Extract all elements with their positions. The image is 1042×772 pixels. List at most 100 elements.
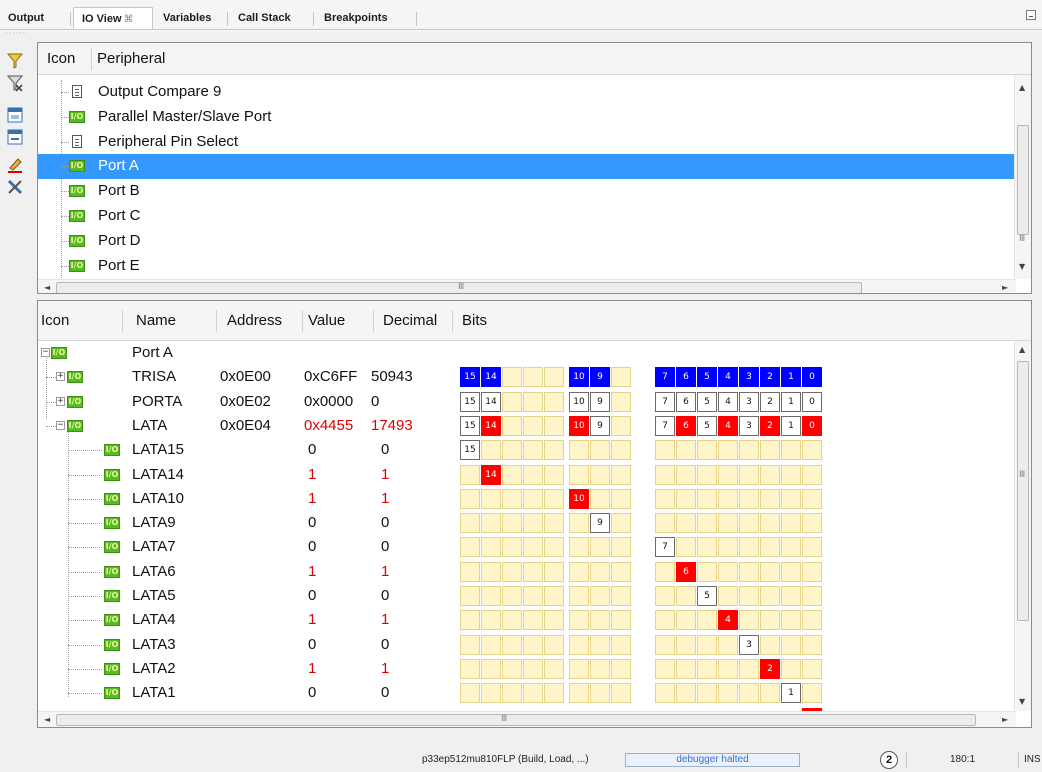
bit-cell[interactable]: 4 bbox=[718, 610, 738, 631]
register-decimal[interactable]: 50943 bbox=[371, 365, 413, 389]
tools-icon[interactable] bbox=[6, 178, 24, 196]
tab-call-stack[interactable]: Call Stack bbox=[230, 7, 312, 29]
column-divider[interactable] bbox=[373, 310, 374, 332]
column-header-bits[interactable]: Bits bbox=[462, 305, 487, 337]
register-decimal[interactable]: 1 bbox=[381, 463, 389, 487]
register-value[interactable]: 1 bbox=[308, 608, 316, 632]
tab-output[interactable]: Output bbox=[0, 7, 68, 29]
bit-cell[interactable]: 14 bbox=[481, 464, 501, 485]
collapse-icon[interactable]: − bbox=[41, 348, 50, 357]
peripheral-row[interactable] bbox=[38, 154, 1016, 180]
expand-icon[interactable]: − bbox=[56, 420, 65, 430]
register-value[interactable]: 0xC6FF bbox=[304, 365, 357, 389]
peripheral-vscrollbar[interactable]: ▲ Ⅲ ▼ bbox=[1014, 75, 1031, 279]
bit-cell[interactable]: 10 bbox=[569, 415, 589, 436]
register-decimal[interactable]: 0 bbox=[381, 633, 389, 657]
column-header-icon[interactable]: Icon bbox=[47, 43, 75, 75]
register-decimal[interactable]: 0 bbox=[381, 584, 389, 608]
scroll-down-icon[interactable]: ▼ bbox=[1019, 262, 1025, 272]
register-decimal[interactable]: 17493 bbox=[371, 414, 413, 438]
bit-cell[interactable]: 2 bbox=[760, 367, 780, 388]
notifications-badge[interactable]: 2 bbox=[880, 751, 898, 769]
window-alt-icon[interactable] bbox=[6, 128, 24, 146]
column-header-address[interactable]: Address bbox=[227, 305, 282, 337]
bit-cell[interactable]: 2 bbox=[760, 658, 780, 679]
bit-cell[interactable]: 6 bbox=[676, 415, 696, 436]
bit-cell[interactable]: 10 bbox=[569, 367, 589, 388]
tab-variables[interactable]: Variables bbox=[155, 7, 227, 29]
tab-breakpoints[interactable]: Breakpoints bbox=[316, 7, 416, 29]
window-icon[interactable] bbox=[6, 106, 24, 124]
bit-cell[interactable]: 5 bbox=[697, 586, 717, 606]
column-header-value[interactable]: Value bbox=[308, 305, 345, 337]
peripheral-row[interactable] bbox=[38, 179, 1016, 204]
bit-cell[interactable]: 3 bbox=[739, 367, 759, 388]
register-decimal[interactable]: 0 bbox=[381, 511, 389, 535]
bit-cell[interactable]: 0 bbox=[802, 415, 822, 436]
scroll-down-icon[interactable]: ▼ bbox=[1019, 697, 1025, 707]
bit-cell[interactable]: 3 bbox=[739, 415, 759, 436]
bit-cell[interactable]: 15 bbox=[460, 391, 480, 412]
peripheral-row[interactable] bbox=[38, 254, 1016, 279]
column-header-name[interactable]: Name bbox=[136, 305, 176, 337]
column-header-decimal[interactable]: Decimal bbox=[383, 305, 437, 337]
register-decimal[interactable]: 0 bbox=[371, 390, 379, 414]
peripheral-row[interactable] bbox=[38, 229, 1016, 254]
register-value[interactable]: 1 bbox=[308, 463, 316, 487]
scroll-right-icon[interactable]: ► bbox=[1002, 715, 1008, 725]
bit-cell[interactable]: 9 bbox=[590, 415, 610, 436]
register-value[interactable]: 0x0000 bbox=[304, 390, 353, 414]
expand-icon[interactable]: + bbox=[56, 372, 65, 382]
scroll-thumb[interactable] bbox=[1017, 125, 1029, 235]
bit-cell[interactable]: 10 bbox=[569, 391, 589, 412]
bit-cell[interactable]: 9 bbox=[590, 391, 610, 412]
column-divider[interactable] bbox=[122, 310, 123, 332]
bit-cell[interactable]: 15 bbox=[460, 415, 480, 436]
bit-cell[interactable]: 1 bbox=[781, 367, 801, 388]
bit-cell[interactable]: 2 bbox=[760, 391, 780, 412]
bit-cell[interactable]: 0 bbox=[802, 367, 822, 388]
register-value[interactable]: 0 bbox=[308, 681, 316, 705]
bit-cell[interactable]: 0 bbox=[802, 391, 822, 412]
column-header-icon[interactable]: Icon bbox=[41, 305, 69, 337]
register-decimal[interactable]: 1 bbox=[381, 487, 389, 511]
column-header-peripheral[interactable]: Peripheral bbox=[97, 43, 165, 75]
bit-cell[interactable]: 10 bbox=[569, 488, 589, 509]
bit-cell[interactable]: 6 bbox=[676, 367, 696, 388]
bit-cell[interactable]: 3 bbox=[739, 391, 759, 412]
bit-cell[interactable]: 2 bbox=[760, 415, 780, 436]
bit-cell[interactable]: 1 bbox=[781, 391, 801, 412]
register-hscrollbar[interactable]: ◄ Ⅲ ► bbox=[38, 711, 1016, 727]
register-value[interactable]: 0 bbox=[308, 535, 316, 559]
bit-cell[interactable]: 4 bbox=[718, 391, 738, 412]
bit-cell[interactable]: 5 bbox=[697, 391, 717, 412]
bit-cell[interactable]: 6 bbox=[676, 561, 696, 582]
register-vscrollbar[interactable]: ▲ Ⅲ ▼ bbox=[1014, 341, 1031, 711]
bit-cell[interactable]: 15 bbox=[460, 440, 480, 461]
bit-cell[interactable]: 7 bbox=[655, 415, 675, 436]
column-divider[interactable] bbox=[91, 48, 92, 70]
scroll-left-icon[interactable]: ◄ bbox=[44, 283, 50, 293]
drag-grip-icon[interactable]: ······ bbox=[5, 30, 26, 38]
bit-cell[interactable]: 4 bbox=[718, 367, 738, 388]
filter-off-icon[interactable] bbox=[6, 74, 24, 92]
register-value[interactable]: 0 bbox=[308, 438, 316, 462]
register-value[interactable]: 1 bbox=[308, 487, 316, 511]
register-decimal[interactable]: 0 bbox=[381, 535, 389, 559]
register-decimal[interactable]: 0 bbox=[381, 438, 389, 462]
bit-cell[interactable]: 9 bbox=[590, 513, 610, 534]
register-value[interactable]: 1 bbox=[308, 657, 316, 681]
bit-cell[interactable]: 14 bbox=[481, 415, 501, 436]
close-icon[interactable]: ⌘ bbox=[124, 14, 134, 25]
bit-cell[interactable]: 5 bbox=[697, 367, 717, 388]
scroll-up-icon[interactable]: ▲ bbox=[1019, 83, 1025, 93]
bit-cell[interactable]: 1 bbox=[781, 415, 801, 436]
bit-cell[interactable]: 7 bbox=[655, 391, 675, 412]
scroll-left-icon[interactable]: ◄ bbox=[44, 715, 50, 725]
register-decimal[interactable]: 1 bbox=[381, 657, 389, 681]
scroll-thumb[interactable] bbox=[56, 714, 976, 726]
scroll-up-icon[interactable]: ▲ bbox=[1019, 345, 1025, 355]
bit-cell[interactable]: 3 bbox=[739, 634, 759, 655]
bit-cell[interactable]: 14 bbox=[481, 367, 501, 388]
register-decimal[interactable]: 0 bbox=[381, 681, 389, 705]
